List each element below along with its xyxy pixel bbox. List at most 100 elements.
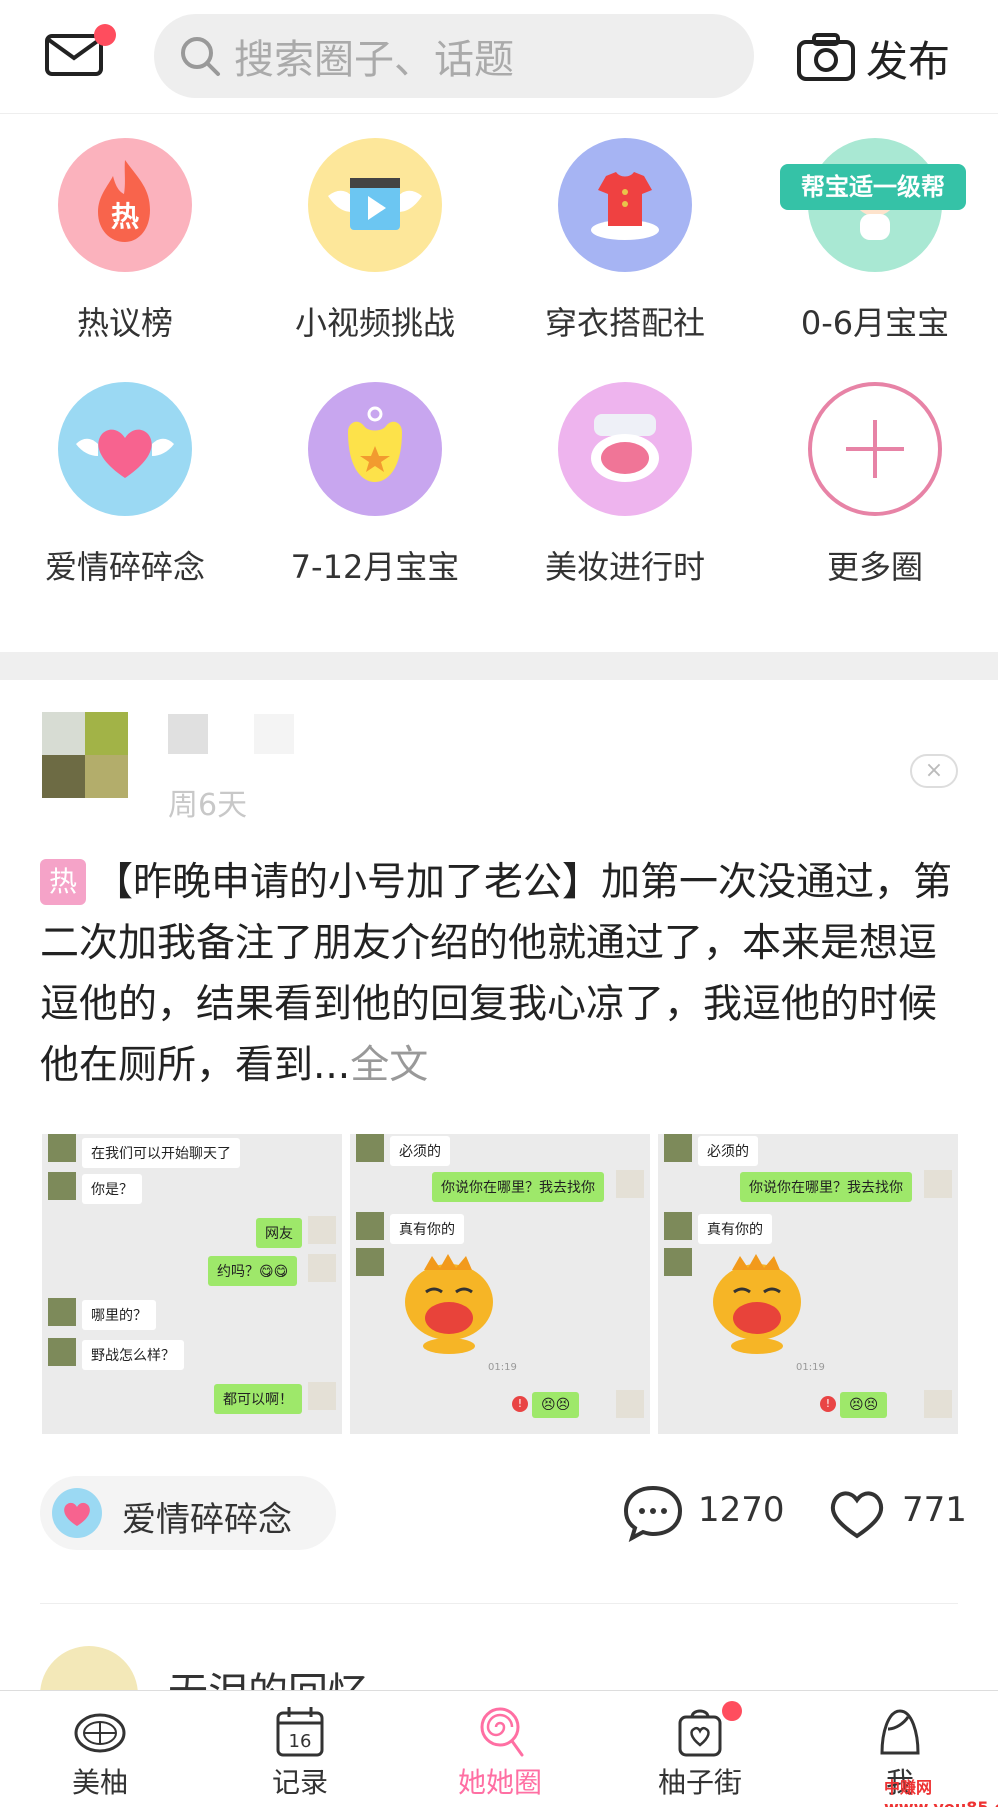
video-icon — [308, 138, 442, 272]
comment-icon[interactable] — [622, 1484, 684, 1542]
chat-avatar — [356, 1212, 384, 1240]
chat-avatar — [924, 1170, 952, 1198]
calendar-day: 16 — [289, 1731, 312, 1752]
circle-label: 0-6月宝宝 — [800, 304, 950, 342]
chat-avatar — [308, 1216, 336, 1244]
sticker-icon — [405, 1254, 493, 1354]
clothes-icon — [558, 138, 692, 272]
chat-bubble: 必须的 — [698, 1136, 758, 1166]
notification-dot — [94, 24, 116, 46]
compact-icon — [558, 382, 692, 516]
chat-avatar — [664, 1134, 692, 1162]
chat-bubble: 在我们可以开始聊天了 — [82, 1138, 240, 1168]
chat-bubble: 😣😣 — [840, 1392, 888, 1418]
post-image-1[interactable]: 在我们可以开始聊天了 你是？ 网友 约吗？😋😋 哪里的？ 野战怎么样？ 都可以啊… — [42, 1134, 342, 1434]
heart-outline-icon[interactable] — [826, 1484, 888, 1542]
circle-item-hot[interactable]: 热 热议榜 — [0, 138, 250, 378]
section-separator — [0, 652, 998, 680]
chat-avatar — [664, 1248, 692, 1276]
circle-item-bib[interactable]: 7-12月宝宝 — [250, 382, 500, 622]
chat-bubble: 真有你的 — [698, 1214, 772, 1244]
tab-shop[interactable]: 柚子街 — [600, 1691, 800, 1807]
search-input[interactable]: 搜索圈子、话题 — [154, 14, 754, 98]
plus-icon — [808, 382, 942, 516]
tab-circle[interactable]: 她她圈 — [400, 1691, 600, 1807]
chat-avatar — [308, 1382, 336, 1410]
chat-bubble: 你说你在哪里？我去找你 — [740, 1172, 912, 1202]
tab-bar: 美柚 16 记录 她她圈 柚子街 我 — [0, 1690, 998, 1807]
circle-label: 7-12月宝宝 — [290, 548, 460, 586]
circle-chip-label: 爱情碎碎念 — [122, 1500, 292, 1540]
chat-bubble: 你是？ — [82, 1174, 142, 1204]
more-circles-button[interactable]: 更多圈 — [750, 382, 998, 622]
circle-chip[interactable]: 爱情碎碎念 — [40, 1476, 336, 1550]
chat-avatar — [356, 1248, 384, 1276]
circle-label: 爱情碎碎念 — [44, 548, 205, 586]
grapefruit-icon — [74, 1713, 126, 1753]
chat-bubble: 都可以啊！ — [214, 1384, 302, 1414]
circle-label: 更多圈 — [826, 548, 923, 586]
chat-avatar — [616, 1390, 644, 1418]
heart-icon — [58, 382, 192, 516]
chat-bubble: 必须的 — [390, 1136, 450, 1166]
circle-label: 穿衣搭配社 — [544, 304, 705, 342]
chat-avatar — [308, 1254, 336, 1282]
chat-time: 01:19 — [488, 1362, 517, 1373]
chat-bubble: 哪里的？ — [82, 1300, 156, 1330]
chat-avatar — [48, 1172, 76, 1200]
post-image-2[interactable]: 必须的 你说你在哪里？我去找你 真有你的 01:19 ! 😣😣 — [350, 1134, 650, 1434]
avatar[interactable] — [42, 712, 128, 798]
username-blurred — [254, 714, 294, 754]
circle-item-video[interactable]: 小视频挑战 — [250, 138, 500, 378]
username-blurred — [168, 714, 208, 754]
error-icon: ! — [512, 1396, 528, 1412]
hot-tag: 热 — [40, 859, 86, 905]
tab-label: 柚子街 — [657, 1766, 742, 1799]
post-image-3[interactable]: 必须的 你说你在哪里？我去找你 真有你的 01:19 ! 😣😣 — [658, 1134, 958, 1434]
lollipop-icon — [480, 1707, 524, 1757]
chat-avatar — [924, 1390, 952, 1418]
fire-icon: 热 — [58, 138, 192, 272]
chat-avatar — [616, 1170, 644, 1198]
comment-count: 1270 — [698, 1490, 785, 1530]
close-button[interactable]: × — [910, 754, 958, 788]
top-bar: 搜索圈子、话题 发布 — [0, 0, 998, 114]
chat-avatar — [664, 1212, 692, 1240]
sticker-icon — [713, 1254, 801, 1354]
tab-label: 她她圈 — [457, 1766, 542, 1799]
circle-label: 小视频挑战 — [294, 304, 455, 342]
notification-dot — [722, 1701, 742, 1721]
tab-record[interactable]: 16 记录 — [200, 1691, 400, 1807]
divider — [40, 1603, 958, 1604]
circle-item-clothes[interactable]: 穿衣搭配社 — [500, 138, 750, 378]
chat-avatar — [48, 1134, 76, 1162]
post-body: 【昨晚申请的小号加了老公】加第一次没通过，第二次加我备注了朋友介绍的他就通过了，… — [40, 860, 953, 1088]
chat-bubble: 约吗？😋😋 — [208, 1256, 298, 1286]
camera-icon[interactable] — [796, 32, 856, 82]
circle-item-makeup[interactable]: 美妆进行时 — [500, 382, 750, 622]
chat-time: 01:19 — [796, 1362, 825, 1373]
post-text[interactable]: 热【昨晚申请的小号加了老公】加第一次没通过，第二次加我备注了朋友介绍的他就通过了… — [40, 852, 960, 1096]
chat-bubble: 真有你的 — [390, 1214, 464, 1244]
like-count: 771 — [902, 1490, 967, 1530]
chat-avatar — [48, 1298, 76, 1326]
chat-bubble: 网友 — [256, 1218, 302, 1248]
tab-label: 美柚 — [71, 1766, 128, 1799]
sponsor-badge: 帮宝适一级帮 — [780, 164, 966, 210]
circle-item-love[interactable]: 爱情碎碎念 — [0, 382, 250, 622]
shop-bag-icon — [678, 1709, 722, 1757]
full-text-link[interactable]: 全文 — [350, 1043, 428, 1088]
search-placeholder: 搜索圈子、话题 — [234, 37, 514, 83]
publish-button[interactable]: 发布 — [866, 28, 950, 89]
bib-icon — [308, 382, 442, 516]
profile-icon — [880, 1709, 920, 1755]
circle-label: 美妆进行时 — [544, 548, 705, 586]
chat-avatar — [48, 1338, 76, 1366]
svg-text:热: 热 — [111, 200, 139, 233]
tab-meiyou[interactable]: 美柚 — [0, 1691, 200, 1807]
calendar-icon: 16 — [276, 1707, 324, 1757]
chat-bubble: 你说你在哪里？我去找你 — [432, 1172, 604, 1202]
search-icon — [181, 37, 220, 76]
chat-bubble: 😣😣 — [532, 1392, 580, 1418]
error-icon: ! — [820, 1396, 836, 1412]
